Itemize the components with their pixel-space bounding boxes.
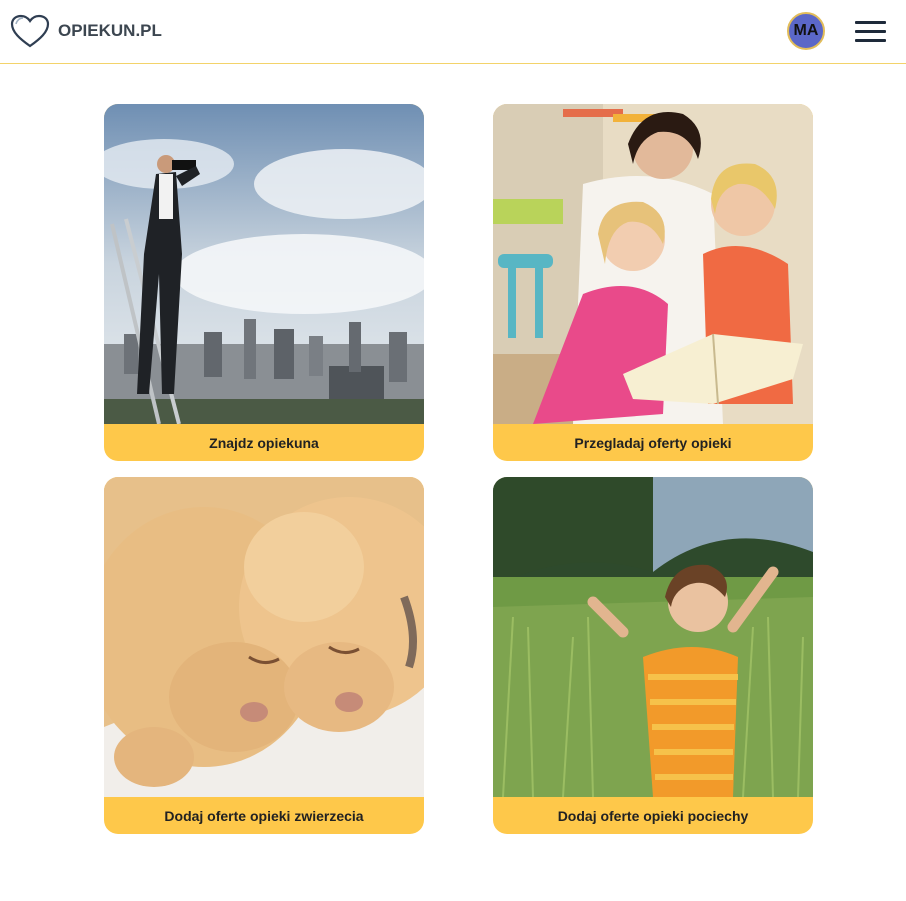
card-label: Dodaj oferte opieki pociechy: [557, 807, 749, 824]
logo-text: OPIEKUN.PL: [58, 21, 162, 40]
avatar-initials: MA: [793, 22, 819, 39]
boy-in-grass-image: [493, 477, 813, 797]
top-header: OPIEKUN.PL MA: [0, 0, 906, 64]
heart-logo-icon: [10, 14, 50, 48]
card-find-caregiver[interactable]: Znajdz opiekuna: [104, 104, 424, 461]
logo[interactable]: OPIEKUN.PL: [10, 14, 162, 48]
card-label: Dodaj oferte opieki zwierzecia: [164, 807, 364, 824]
card-add-child-care-offer[interactable]: Dodaj oferte opieki pociechy: [493, 477, 813, 834]
caregiver-reading-image: [493, 104, 813, 424]
hamburger-icon[interactable]: [855, 21, 887, 43]
card-add-pet-care-offer[interactable]: Dodaj oferte opieki zwierzecia: [104, 477, 424, 834]
card-browse-offers[interactable]: Przegladaj oferty opieki: [493, 104, 813, 461]
card-label: Znajdz opiekuna: [209, 434, 319, 451]
man-with-binoculars-image: [104, 104, 424, 424]
card-label: Przegladaj oferty opieki: [574, 434, 732, 451]
avatar[interactable]: MA: [787, 12, 825, 50]
sleeping-puppies-image: [104, 477, 424, 797]
